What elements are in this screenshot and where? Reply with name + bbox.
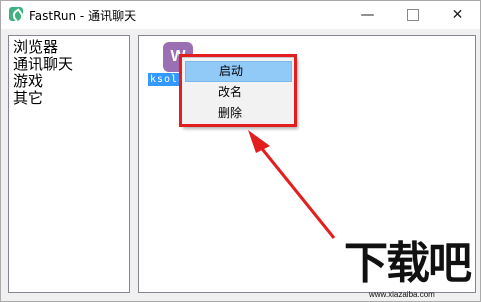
watermark-logo: 下载吧 xyxy=(344,238,472,289)
arrow-head xyxy=(248,130,270,153)
watermark-url: www.xiazaiba.com xyxy=(369,290,435,299)
arrow-shaft xyxy=(257,144,336,239)
watermark: 下载吧 www.xiazaiba.com xyxy=(338,240,476,300)
